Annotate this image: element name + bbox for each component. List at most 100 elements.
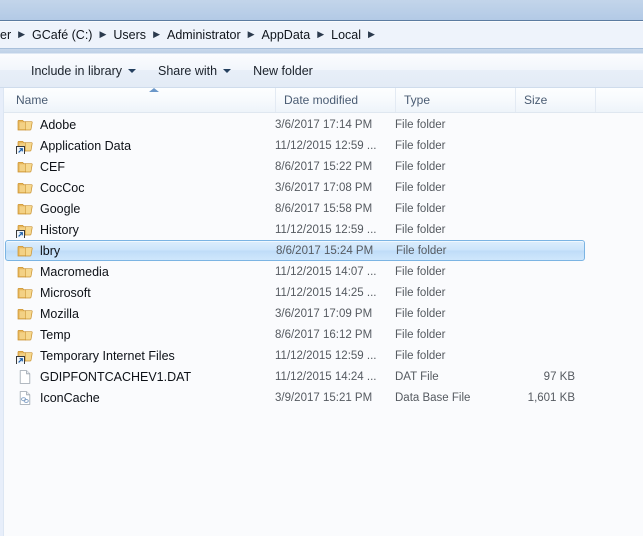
include-in-library-button[interactable]: Include in library — [22, 60, 145, 82]
file-type-cell: File folder — [395, 139, 446, 152]
file-row[interactable]: History 11/12/2015 12:59 ... File folder — [5, 219, 643, 240]
file-name-label: Temporary Internet Files — [40, 348, 175, 363]
breadcrumb-item-drive[interactable]: GCafé (C:) — [28, 26, 96, 44]
file-date-modified-cell: 8/6/2017 16:12 PM — [275, 328, 373, 341]
file-row[interactable]: Mozilla 3/6/2017 17:09 PM File folder — [5, 303, 643, 324]
breadcrumb-item-administrator[interactable]: Administrator — [163, 26, 245, 44]
file-name-cell[interactable]: Mozilla — [5, 306, 275, 322]
file-name-cell[interactable]: CEF — [5, 159, 275, 175]
file-date-modified-cell: 8/6/2017 15:58 PM — [275, 202, 373, 215]
column-header-type[interactable]: Type — [395, 88, 515, 112]
include-in-library-label: Include in library — [31, 63, 123, 78]
file-row-selected[interactable]: lbry 8/6/2017 15:24 PM File folder — [5, 240, 585, 261]
folder-icon — [17, 327, 33, 343]
file-size-cell: 1,601 KB — [527, 391, 575, 404]
share-with-label: Share with — [158, 63, 218, 78]
column-header-date-modified-label: Date modified — [284, 93, 359, 107]
new-folder-label: New folder — [253, 63, 313, 78]
file-name-label: Macromedia — [40, 264, 109, 279]
file-name-label: GDIPFONTCACHEV1.DAT — [40, 369, 192, 384]
new-folder-button[interactable]: New folder — [244, 60, 322, 82]
file-row[interactable]: GDIPFONTCACHEV1.DAT 11/12/2015 14:24 ... D… — [5, 366, 643, 387]
file-type-cell: File folder — [395, 223, 446, 236]
column-header-name-label: Name — [16, 93, 49, 107]
file-type-cell: File folder — [395, 118, 446, 131]
file-row[interactable]: Application Data 11/12/2015 12:59 ... File… — [5, 135, 643, 156]
file-date-modified-cell: 8/6/2017 15:24 PM — [276, 244, 374, 257]
share-with-button[interactable]: Share with — [149, 60, 240, 82]
folder-shortcut-icon — [16, 348, 33, 364]
file-name-cell[interactable]: Temp — [5, 327, 275, 343]
file-date-modified-cell: 11/12/2015 12:59 ... — [275, 223, 377, 236]
file-row[interactable]: Google 8/6/2017 15:58 PM File folder — [5, 198, 643, 219]
file-name-cell[interactable]: History — [5, 222, 275, 238]
folder-icon — [17, 180, 33, 196]
file-type-cell: Data Base File — [395, 391, 471, 404]
file-list[interactable]: Adobe 3/6/2017 17:14 PM File folder Applica… — [5, 114, 643, 536]
folder-icon — [17, 306, 33, 322]
folder-icon — [17, 117, 33, 133]
chevron-right-icon: ▶ — [317, 28, 325, 39]
file-name-label: History — [40, 222, 79, 237]
file-name-label: IconCache — [40, 390, 100, 405]
file-row[interactable]: Temp 8/6/2017 16:12 PM File folder — [5, 324, 643, 345]
file-date-modified-cell: 11/12/2015 12:59 ... — [275, 139, 377, 152]
column-header-size[interactable]: Size — [515, 88, 595, 112]
file-type-cell: File folder — [395, 181, 446, 194]
column-header-date-modified[interactable]: Date modified — [275, 88, 395, 112]
file-name-cell[interactable]: GDIPFONTCACHEV1.DAT — [5, 369, 275, 385]
breadcrumb-clipped-prefix[interactable]: er — [0, 26, 15, 44]
file-name-label: Microsoft — [40, 285, 91, 300]
chevron-right-icon: ▶ — [18, 28, 26, 39]
file-row[interactable]: Adobe 3/6/2017 17:14 PM File folder — [5, 114, 643, 135]
folder-icon — [17, 264, 33, 280]
column-header-row: Name Date modified Type Size — [4, 88, 643, 113]
file-type-cell: File folder — [395, 202, 446, 215]
file-name-cell[interactable]: CocCoc — [5, 180, 275, 196]
file-name-cell[interactable]: Adobe — [5, 117, 275, 133]
file-row[interactable]: CocCoc 3/6/2017 17:08 PM File folder — [5, 177, 643, 198]
file-date-modified-cell: 3/6/2017 17:08 PM — [275, 181, 373, 194]
file-date-modified-cell: 11/12/2015 14:24 ... — [275, 370, 377, 383]
file-name-cell[interactable]: Google — [5, 201, 275, 217]
file-row[interactable]: Macromedia 11/12/2015 14:07 ... File folde… — [5, 261, 643, 282]
file-row[interactable]: Microsoft 11/12/2015 14:25 ... File folder — [5, 282, 643, 303]
column-header-name[interactable]: Name — [4, 88, 275, 112]
file-name-cell[interactable]: Macromedia — [5, 264, 275, 280]
file-type-cell: File folder — [395, 286, 446, 299]
breadcrumb-item-appdata[interactable]: AppData — [258, 26, 315, 44]
file-date-modified-cell: 3/9/2017 15:21 PM — [275, 391, 373, 404]
file-name-cell[interactable]: Application Data — [5, 138, 275, 154]
address-bar[interactable]: er ▶ GCafé (C:) ▶ Users ▶ Administrator … — [0, 22, 643, 48]
breadcrumb-item-users[interactable]: Users — [109, 26, 150, 44]
navigation-pane-edge[interactable] — [0, 88, 4, 536]
file-name-cell[interactable]: lbry — [6, 243, 276, 259]
chevron-right-icon: ▶ — [247, 28, 255, 39]
column-header-spacer[interactable] — [595, 88, 643, 112]
folder-icon — [17, 285, 33, 301]
file-type-cell: File folder — [395, 328, 446, 341]
command-toolbar: Include in library Share with New folder — [0, 54, 643, 88]
column-header-type-label: Type — [404, 93, 431, 107]
database-file-icon — [17, 390, 33, 406]
file-name-cell[interactable]: IconCache — [5, 390, 275, 406]
chevron-right-icon: ▶ — [153, 28, 160, 39]
file-row[interactable]: IconCache 3/9/2017 15:21 PM Data Base File… — [5, 387, 643, 408]
file-row[interactable]: Temporary Internet Files 11/12/2015 12:59… — [5, 345, 643, 366]
file-size-cell: 97 KB — [543, 370, 575, 383]
breadcrumb-item-local[interactable]: Local — [327, 26, 365, 44]
file-date-modified-cell: 11/12/2015 14:07 ... — [275, 265, 377, 278]
folder-shortcut-icon — [16, 138, 33, 154]
folder-icon — [17, 201, 33, 217]
file-date-modified-cell: 11/12/2015 14:25 ... — [275, 286, 377, 299]
column-header-size-label: Size — [524, 93, 548, 107]
file-name-cell[interactable]: Temporary Internet Files — [5, 348, 275, 364]
file-name-cell[interactable]: Microsoft — [5, 285, 275, 301]
file-name-label: Google — [40, 201, 81, 216]
file-type-cell: File folder — [395, 265, 446, 278]
file-row[interactable]: CEF 8/6/2017 15:22 PM File folder — [5, 156, 643, 177]
blank-file-icon — [17, 369, 33, 385]
chevron-down-icon — [223, 68, 232, 73]
file-type-cell: File folder — [395, 307, 446, 320]
file-type-cell: File folder — [395, 160, 446, 173]
